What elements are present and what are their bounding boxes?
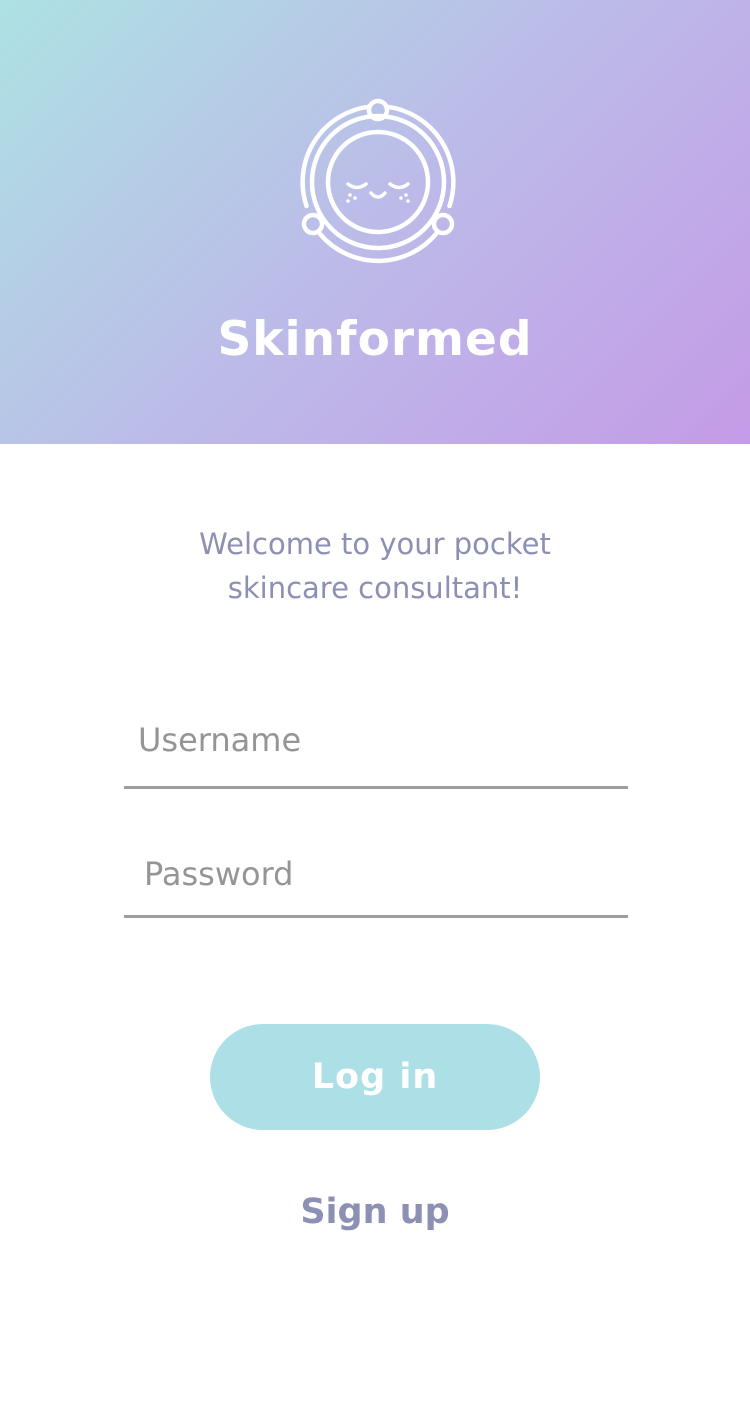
login-button[interactable]: Log in: [210, 1024, 540, 1130]
smiling-face-orbit-icon: [300, 98, 456, 264]
password-field: [124, 848, 628, 918]
app-title: Skinformed: [217, 312, 533, 367]
username-input[interactable]: [124, 714, 628, 766]
username-field: [124, 714, 628, 789]
welcome-line-2: skincare consultant!: [227, 571, 523, 605]
signup-link[interactable]: Sign up: [0, 1186, 750, 1238]
welcome-message: Welcome to your pocket skincare consulta…: [150, 522, 600, 610]
header-banner: Skinformed: [0, 0, 750, 444]
password-input[interactable]: [124, 848, 628, 900]
welcome-line-1: Welcome to your pocket: [199, 527, 551, 561]
